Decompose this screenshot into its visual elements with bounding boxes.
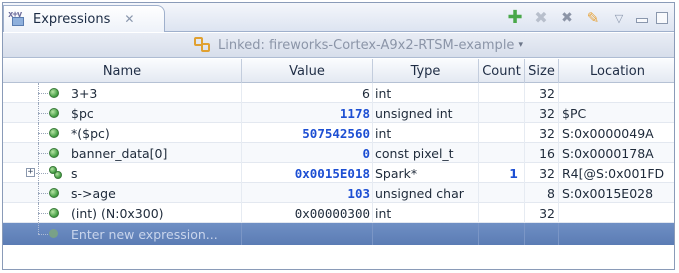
expression-type: int [373, 83, 479, 103]
expression-value[interactable]: 6 [362, 86, 370, 101]
view-menu-icon[interactable]: ▽ [610, 9, 628, 27]
expression-type: unsigned int [373, 103, 479, 123]
column-header-count[interactable]: Count [479, 59, 525, 83]
expression-name[interactable]: 3+3 [3, 83, 242, 103]
expressions-view: x+y Expressions ✕ ✚ ✖ ✖ ✎ ▽ Linked: fire… [2, 2, 675, 270]
expression-value[interactable]: 0x0015E018 [295, 166, 370, 181]
expression-name[interactable]: s->age [3, 183, 242, 203]
expression-type: const pixel_t [373, 143, 479, 163]
new-expression-type-cell [373, 223, 479, 245]
table-row[interactable]: s->age 103 unsigned char 8 S:0x0015E028 [3, 183, 674, 203]
expression-name[interactable]: s [3, 163, 242, 183]
tab-title: Expressions [33, 11, 111, 27]
column-header-value[interactable]: Value [242, 59, 373, 83]
expression-size: 32 [525, 123, 559, 143]
new-expression-input[interactable]: Enter new expression... [71, 227, 218, 242]
linked-connection-bar[interactable]: Linked: fireworks-Cortex-A9x2-RTSM-examp… [3, 33, 674, 58]
expression-value[interactable]: 0 [362, 146, 370, 161]
column-header-size[interactable]: Size [525, 59, 559, 83]
remove-all-icon[interactable]: ✖ [558, 9, 576, 27]
expression-location: $PC [562, 105, 587, 121]
close-icon[interactable]: ✕ [124, 12, 134, 26]
expression-value[interactable]: 103 [347, 186, 370, 201]
expressions-tab[interactable]: x+y Expressions ✕ [3, 5, 165, 32]
maximize-icon[interactable] [656, 12, 668, 24]
expression-size: 32 [525, 83, 559, 103]
new-expression-location-cell [559, 223, 674, 245]
expression-location: S:0x0015E028 [562, 185, 654, 201]
expression-count [479, 123, 525, 143]
add-expression-icon[interactable]: ✚ [506, 9, 524, 27]
expression-value[interactable]: 0x00000300 [295, 206, 370, 221]
table-row[interactable]: (int) (N:0x300) 0x00000300 int 32 [3, 203, 674, 223]
remove-expression-icon[interactable]: ✖ [532, 9, 550, 27]
view-toolbar: ✚ ✖ ✖ ✎ ▽ [506, 7, 668, 29]
new-expression-size-cell [525, 223, 559, 245]
expression-count [479, 203, 525, 223]
expression-count [479, 103, 525, 123]
expression-size: 8 [525, 183, 559, 203]
expression-size: 16 [525, 143, 559, 163]
expression-location: S:0x0000178A [562, 145, 654, 161]
expression-location [559, 203, 674, 223]
expression-location: S:0x0000049A [562, 125, 654, 141]
expression-count[interactable]: 1 [509, 166, 518, 181]
expression-value[interactable]: 1178 [340, 106, 370, 121]
expression-name[interactable]: banner_data[0] [3, 143, 242, 163]
new-expression-value-cell [242, 223, 373, 245]
table-row[interactable]: banner_data[0] 0 const pixel_t 16 S:0x00… [3, 143, 674, 163]
view-tab-bar: x+y Expressions ✕ ✚ ✖ ✖ ✎ ▽ [3, 3, 674, 32]
table-row[interactable]: *($pc) 507542560 int 32 S:0x0000049A [3, 123, 674, 143]
expression-type: int [373, 123, 479, 143]
expression-name[interactable]: (int) (N:0x300) [3, 203, 242, 223]
expressions-view-icon: x+y [8, 10, 28, 28]
expression-size: 32 [525, 103, 559, 123]
expression-value[interactable]: 507542560 [302, 126, 370, 141]
expression-count [479, 83, 525, 103]
table-row[interactable]: $pc 1178 unsigned int 32 $PC [3, 103, 674, 123]
link-icon [194, 37, 212, 53]
expression-count [479, 143, 525, 163]
table-row[interactable]: + s 0x0015E018 Spark* 1 32 R4[@S:0x001FD [3, 163, 674, 183]
expression-type: Spark* [373, 163, 479, 183]
table-body: 3+3 6 int 32 $pc 1178 unsigned int 32 $P… [3, 83, 674, 245]
new-expression-row[interactable]: Enter new expression... [3, 223, 674, 245]
minimize-icon[interactable] [636, 17, 648, 23]
table-row[interactable]: 3+3 6 int 32 [3, 83, 674, 103]
expression-size: 32 [525, 163, 559, 183]
table-header: Name Value Type Count Size Location [3, 59, 674, 83]
expression-location: R4[@S:0x001FD [562, 165, 665, 181]
expression-location [559, 83, 674, 103]
pin-icon[interactable]: ✎ [584, 9, 602, 27]
expression-size: 32 [525, 203, 559, 223]
expression-name[interactable]: *($pc) [3, 123, 242, 143]
chevron-down-icon[interactable]: ▾ [518, 40, 523, 50]
column-header-type[interactable]: Type [373, 59, 479, 83]
linked-connection-label: Linked: fireworks-Cortex-A9x2-RTSM-examp… [218, 37, 515, 53]
expression-count [479, 183, 525, 203]
expression-type: int [373, 203, 479, 223]
expressions-table: Name Value Type Count Size Location 3+3 … [3, 59, 674, 245]
column-header-name[interactable]: Name [3, 59, 242, 83]
expression-name[interactable]: $pc [3, 103, 242, 123]
column-header-location[interactable]: Location [559, 59, 674, 83]
expression-type: unsigned char [373, 183, 479, 203]
new-expression-count-cell [479, 223, 525, 245]
